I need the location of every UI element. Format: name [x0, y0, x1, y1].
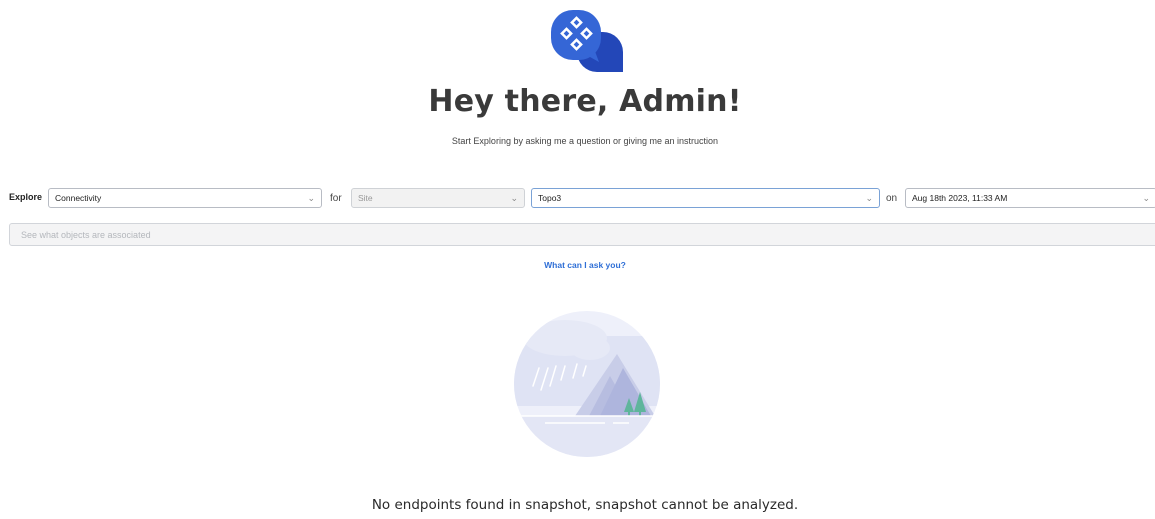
- chevron-down-icon: ⌄: [307, 193, 315, 203]
- for-label: for: [330, 193, 342, 204]
- explore-type-select[interactable]: Connectivity ⌄: [48, 188, 322, 208]
- page-title: Hey there, Admin!: [428, 84, 742, 119]
- on-label: on: [886, 193, 898, 204]
- explore-label: Explore: [9, 192, 43, 202]
- scope-select[interactable]: Site ⌄: [351, 188, 525, 208]
- target-value: Topo3: [538, 193, 562, 203]
- query-input[interactable]: [9, 223, 1155, 246]
- snapshot-date-select[interactable]: Aug 18th 2023, 11:33 AM ⌄: [905, 188, 1155, 208]
- chevron-down-icon: ⌄: [1142, 193, 1150, 203]
- chevron-down-icon: ⌄: [865, 193, 873, 203]
- what-can-i-ask-link[interactable]: What can I ask you?: [0, 260, 1155, 270]
- page-subtitle: Start Exploring by asking me a question …: [451, 136, 719, 146]
- chat-bubbles-logo-icon: [551, 10, 623, 72]
- chevron-down-icon: ⌄: [510, 193, 518, 203]
- scope-placeholder: Site: [358, 193, 373, 203]
- snapshot-date-value: Aug 18th 2023, 11:33 AM: [912, 193, 1008, 203]
- target-select[interactable]: Topo3 ⌄: [531, 188, 880, 208]
- empty-state-message: No endpoints found in snapshot, snapshot…: [371, 497, 799, 513]
- explore-page: Hey there, Admin! Start Exploring by ask…: [0, 0, 1155, 519]
- explore-type-value: Connectivity: [55, 193, 102, 203]
- rainy-mountain-illustration: [514, 311, 660, 457]
- explore-controls: Explore Connectivity ⌄ for Site ⌄ Topo3 …: [0, 188, 1155, 210]
